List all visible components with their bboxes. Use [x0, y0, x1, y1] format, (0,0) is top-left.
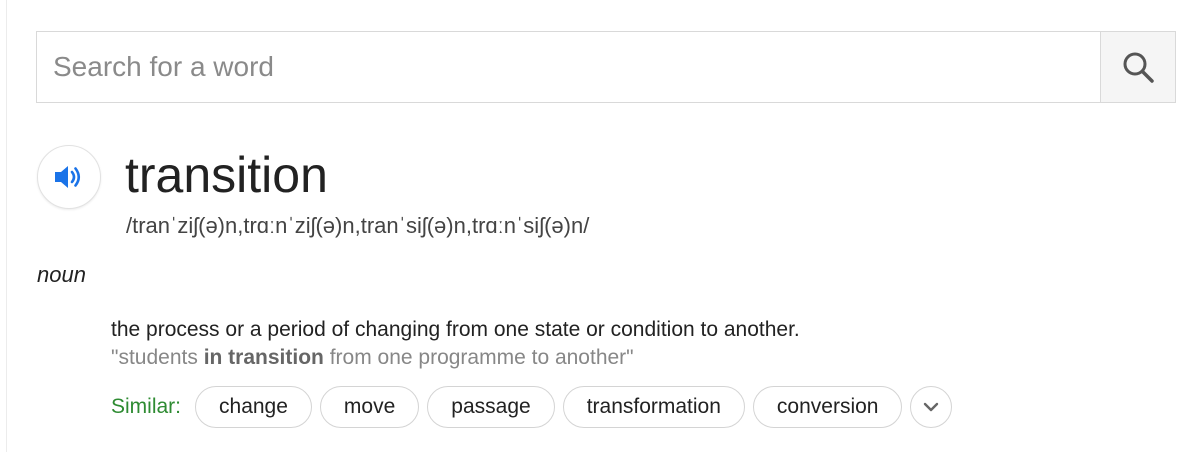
- expand-similar-button[interactable]: [910, 386, 953, 428]
- part-of-speech: noun: [37, 262, 86, 287]
- chevron-down-icon: [924, 402, 939, 412]
- search-icon: [1123, 52, 1154, 83]
- left-divider: [6, 0, 7, 452]
- search-input[interactable]: [37, 32, 1101, 102]
- headword: transition: [125, 147, 328, 203]
- example-highlight: in transition: [203, 346, 324, 369]
- search-button[interactable]: [1100, 32, 1175, 102]
- synonym-chip-change[interactable]: change: [195, 386, 312, 428]
- example-text-before: "students: [111, 346, 204, 369]
- speaker-icon: [55, 166, 81, 188]
- pronunciation-audio-button[interactable]: [37, 145, 101, 209]
- similar-label: Similar:: [111, 395, 182, 418]
- synonym-chip-move[interactable]: move: [319, 386, 420, 428]
- example-text-after: from one programme to another": [323, 346, 634, 369]
- search-box: [36, 31, 1176, 103]
- definition-text: the process or a period of changing from…: [111, 318, 800, 341]
- phonetic-transcription: /tranˈziʃ(ə)n,trɑːnˈziʃ(ə)n,tranˈsiʃ(ə)n…: [126, 213, 590, 238]
- synonym-chip-passage[interactable]: passage: [427, 386, 555, 428]
- synonym-chip-conversion[interactable]: conversion: [752, 386, 903, 428]
- synonym-chip-transformation[interactable]: transformation: [562, 386, 745, 428]
- similar-words-row: Similar: change move passage transformat…: [111, 385, 953, 429]
- dictionary-page: transition /tranˈziʃ(ə)n,trɑːnˈziʃ(ə)n,t…: [0, 0, 1200, 452]
- usage-example: "students in transition from one program…: [111, 343, 634, 373]
